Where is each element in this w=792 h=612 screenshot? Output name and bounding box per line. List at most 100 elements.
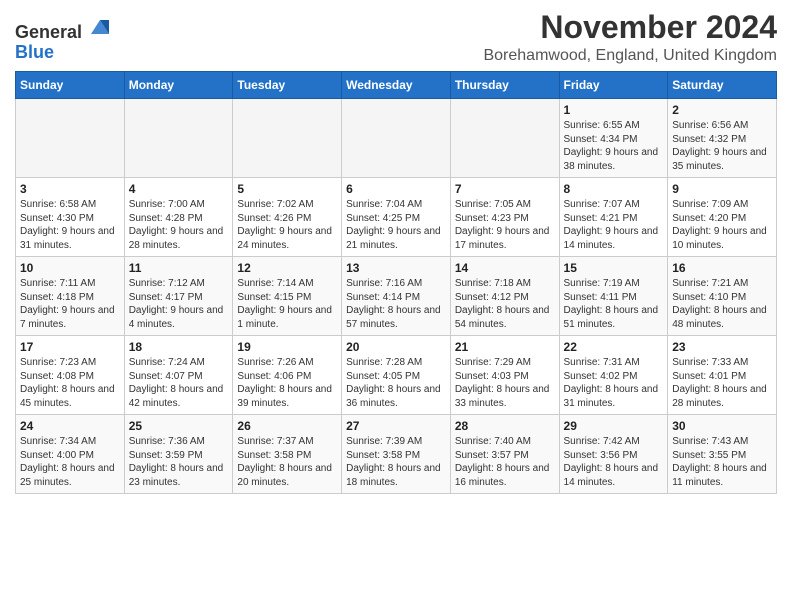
calendar-cell: 6 Sunrise: 7:04 AM Sunset: 4:25 PM Daylig… (342, 178, 451, 257)
calendar-cell: 28 Sunrise: 7:40 AM Sunset: 3:57 PM Dayli… (450, 415, 559, 494)
calendar-cell: 10 Sunrise: 7:11 AM Sunset: 4:18 PM Dayli… (16, 257, 125, 336)
weekday-header-row: SundayMondayTuesdayWednesdayThursdayFrid… (16, 72, 777, 99)
day-number: 2 (672, 103, 772, 117)
weekday-header-friday: Friday (559, 72, 668, 99)
week-row-5: 24Sunrise: 7:34 AM Sunset: 4:00 PM Dayli… (16, 415, 777, 494)
day-info: Sunrise: 7:31 AM Sunset: 4:02 PM Dayligh… (564, 356, 664, 410)
week-row-1: 1 Sunrise: 6:55 AM Sunset: 4:34 PM Daylig… (16, 99, 777, 178)
day-info: Sunrise: 7:24 AM Sunset: 4:07 PM Dayligh… (129, 356, 229, 410)
day-info: Sunrise: 7:43 AM Sunset: 3:55 PM Dayligh… (672, 435, 772, 489)
day-info: Sunrise: 7:26 AM Sunset: 4:06 PM Dayligh… (237, 356, 337, 410)
calendar-title: November 2024 (483, 10, 777, 45)
day-number: 19 (237, 340, 337, 354)
day-number: 4 (129, 182, 229, 196)
week-row-3: 10 Sunrise: 7:11 AM Sunset: 4:18 PM Dayli… (16, 257, 777, 336)
day-number: 25 (129, 419, 229, 433)
day-number: 21 (455, 340, 555, 354)
day-number: 10 (20, 261, 120, 275)
calendar-cell: 4Sunrise: 7:00 AM Sunset: 4:28 PM Daylig… (124, 178, 233, 257)
day-number: 22 (564, 340, 664, 354)
day-number: 16 (672, 261, 772, 275)
day-info: Sunrise: 7:12 AM Sunset: 4:17 PM Dayligh… (129, 277, 229, 331)
day-number: 18 (129, 340, 229, 354)
weekday-header-thursday: Thursday (450, 72, 559, 99)
logo-icon (89, 16, 111, 38)
day-info: Sunrise: 7:37 AM Sunset: 3:58 PM Dayligh… (237, 435, 337, 489)
day-number: 7 (455, 182, 555, 196)
calendar-cell: 29 Sunrise: 7:42 AM Sunset: 3:56 PM Dayli… (559, 415, 668, 494)
calendar-cell: 12Sunrise: 7:14 AM Sunset: 4:15 PM Dayli… (233, 257, 342, 336)
calendar-cell (450, 99, 559, 178)
day-info: Sunrise: 7:19 AM Sunset: 4:11 PM Dayligh… (564, 277, 664, 331)
day-info: Sunrise: 7:33 AM Sunset: 4:01 PM Dayligh… (672, 356, 772, 410)
calendar-cell: 23 Sunrise: 7:33 AM Sunset: 4:01 PM Dayli… (668, 336, 777, 415)
day-number: 20 (346, 340, 446, 354)
day-number: 23 (672, 340, 772, 354)
day-info: Sunrise: 7:16 AM Sunset: 4:14 PM Dayligh… (346, 277, 446, 331)
calendar-subtitle: Borehamwood, England, United Kingdom (483, 47, 777, 65)
title-area: November 2024 Borehamwood, England, Unit… (483, 10, 777, 65)
day-info: Sunrise: 7:23 AM Sunset: 4:08 PM Dayligh… (20, 356, 120, 410)
calendar-cell: 11Sunrise: 7:12 AM Sunset: 4:17 PM Dayli… (124, 257, 233, 336)
day-info: Sunrise: 7:34 AM Sunset: 4:00 PM Dayligh… (20, 435, 120, 489)
calendar-cell: 14Sunrise: 7:18 AM Sunset: 4:12 PM Dayli… (450, 257, 559, 336)
calendar-cell: 20 Sunrise: 7:28 AM Sunset: 4:05 PM Dayli… (342, 336, 451, 415)
calendar-cell: 17 Sunrise: 7:23 AM Sunset: 4:08 PM Dayli… (16, 336, 125, 415)
week-row-2: 3 Sunrise: 6:58 AM Sunset: 4:30 PM Daylig… (16, 178, 777, 257)
calendar-cell: 5Sunrise: 7:02 AM Sunset: 4:26 PM Daylig… (233, 178, 342, 257)
day-number: 6 (346, 182, 446, 196)
calendar-cell: 26Sunrise: 7:37 AM Sunset: 3:58 PM Dayli… (233, 415, 342, 494)
calendar-cell: 8Sunrise: 7:07 AM Sunset: 4:21 PM Daylig… (559, 178, 668, 257)
day-info: Sunrise: 7:29 AM Sunset: 4:03 PM Dayligh… (455, 356, 555, 410)
calendar-cell: 18 Sunrise: 7:24 AM Sunset: 4:07 PM Dayli… (124, 336, 233, 415)
day-info: Sunrise: 7:04 AM Sunset: 4:25 PM Dayligh… (346, 198, 446, 252)
day-info: Sunrise: 6:58 AM Sunset: 4:30 PM Dayligh… (20, 198, 120, 252)
day-number: 1 (564, 103, 664, 117)
calendar-cell: 16 Sunrise: 7:21 AM Sunset: 4:10 PM Dayli… (668, 257, 777, 336)
calendar-cell: 2 Sunrise: 6:56 AM Sunset: 4:32 PM Daylig… (668, 99, 777, 178)
day-number: 30 (672, 419, 772, 433)
day-number: 3 (20, 182, 120, 196)
calendar-cell: 15 Sunrise: 7:19 AM Sunset: 4:11 PM Dayli… (559, 257, 668, 336)
day-number: 27 (346, 419, 446, 433)
day-info: Sunrise: 7:28 AM Sunset: 4:05 PM Dayligh… (346, 356, 446, 410)
calendar-cell: 21 Sunrise: 7:29 AM Sunset: 4:03 PM Dayli… (450, 336, 559, 415)
week-row-4: 17 Sunrise: 7:23 AM Sunset: 4:08 PM Dayli… (16, 336, 777, 415)
calendar-cell: 27 Sunrise: 7:39 AM Sunset: 3:58 PM Dayli… (342, 415, 451, 494)
calendar-cell (16, 99, 125, 178)
weekday-header-wednesday: Wednesday (342, 72, 451, 99)
day-info: Sunrise: 7:39 AM Sunset: 3:58 PM Dayligh… (346, 435, 446, 489)
day-info: Sunrise: 7:42 AM Sunset: 3:56 PM Dayligh… (564, 435, 664, 489)
day-info: Sunrise: 7:11 AM Sunset: 4:18 PM Dayligh… (20, 277, 120, 331)
calendar-cell: 3 Sunrise: 6:58 AM Sunset: 4:30 PM Daylig… (16, 178, 125, 257)
logo: General Blue (15, 16, 111, 63)
header: General Blue November 2024 Borehamwood, … (15, 10, 777, 65)
day-info: Sunrise: 6:56 AM Sunset: 4:32 PM Dayligh… (672, 119, 772, 173)
day-number: 13 (346, 261, 446, 275)
calendar-cell: 24Sunrise: 7:34 AM Sunset: 4:00 PM Dayli… (16, 415, 125, 494)
calendar-cell (342, 99, 451, 178)
day-info: Sunrise: 7:21 AM Sunset: 4:10 PM Dayligh… (672, 277, 772, 331)
day-info: Sunrise: 7:09 AM Sunset: 4:20 PM Dayligh… (672, 198, 772, 252)
calendar-cell: 7 Sunrise: 7:05 AM Sunset: 4:23 PM Daylig… (450, 178, 559, 257)
day-number: 29 (564, 419, 664, 433)
day-number: 15 (564, 261, 664, 275)
calendar-cell: 30 Sunrise: 7:43 AM Sunset: 3:55 PM Dayli… (668, 415, 777, 494)
calendar-cell: 25 Sunrise: 7:36 AM Sunset: 3:59 PM Dayli… (124, 415, 233, 494)
calendar-cell: 13 Sunrise: 7:16 AM Sunset: 4:14 PM Dayli… (342, 257, 451, 336)
day-number: 17 (20, 340, 120, 354)
calendar-cell: 22 Sunrise: 7:31 AM Sunset: 4:02 PM Dayli… (559, 336, 668, 415)
day-number: 14 (455, 261, 555, 275)
day-number: 28 (455, 419, 555, 433)
day-info: Sunrise: 6:55 AM Sunset: 4:34 PM Dayligh… (564, 119, 664, 173)
day-info: Sunrise: 7:36 AM Sunset: 3:59 PM Dayligh… (129, 435, 229, 489)
day-info: Sunrise: 7:07 AM Sunset: 4:21 PM Dayligh… (564, 198, 664, 252)
day-info: Sunrise: 7:02 AM Sunset: 4:26 PM Dayligh… (237, 198, 337, 252)
day-info: Sunrise: 7:05 AM Sunset: 4:23 PM Dayligh… (455, 198, 555, 252)
weekday-header-tuesday: Tuesday (233, 72, 342, 99)
weekday-header-monday: Monday (124, 72, 233, 99)
weekday-header-sunday: Sunday (16, 72, 125, 99)
logo-blue: Blue (15, 42, 54, 62)
weekday-header-saturday: Saturday (668, 72, 777, 99)
day-info: Sunrise: 7:40 AM Sunset: 3:57 PM Dayligh… (455, 435, 555, 489)
